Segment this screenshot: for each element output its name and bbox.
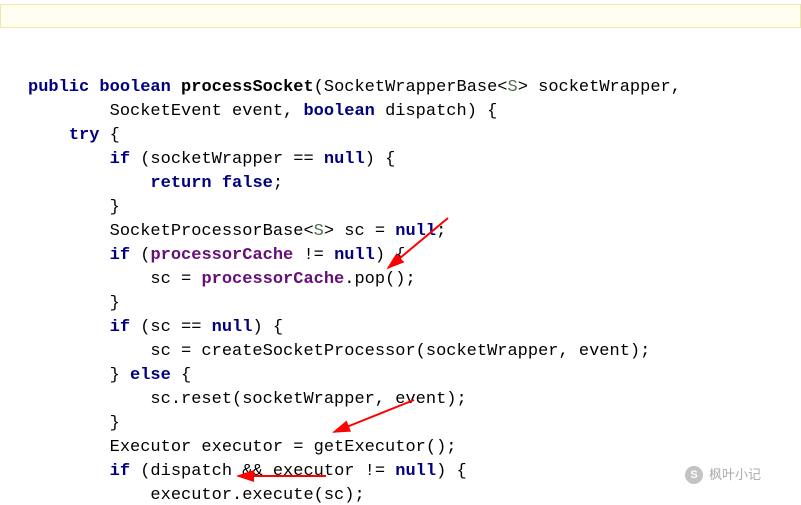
- code-line: public boolean processSocket(SocketWrapp…: [28, 76, 801, 100]
- code-line: }: [28, 196, 801, 220]
- code-line: }: [28, 292, 801, 316]
- code-line: if (processorCache != null) {: [28, 244, 801, 268]
- code-line: executor.execute(sc);: [28, 484, 801, 505]
- code-lines: public boolean processSocket(SocketWrapp…: [28, 76, 801, 505]
- watermark: S 枫叶小记: [685, 463, 761, 487]
- code-line: sc.reset(socketWrapper, event);: [28, 388, 801, 412]
- code-line: } else {: [28, 364, 801, 388]
- code-line: SocketEvent event, boolean dispatch) {: [28, 100, 801, 124]
- code-line: if (sc == null) {: [28, 316, 801, 340]
- code-line: return false;: [28, 172, 801, 196]
- code-line: Executor executor = getExecutor();: [28, 436, 801, 460]
- watermark-icon: S: [685, 466, 703, 484]
- code-line: if (socketWrapper == null) {: [28, 148, 801, 172]
- watermark-text: 枫叶小记: [709, 463, 761, 487]
- code-block: public boolean processSocket(SocketWrapp…: [0, 0, 801, 505]
- current-line-highlight: [0, 4, 801, 28]
- code-line: sc = processorCache.pop();: [28, 268, 801, 292]
- code-line: SocketProcessorBase<S> sc = null;: [28, 220, 801, 244]
- code-line: try {: [28, 124, 801, 148]
- code-line: sc = createSocketProcessor(socketWrapper…: [28, 340, 801, 364]
- code-line: }: [28, 412, 801, 436]
